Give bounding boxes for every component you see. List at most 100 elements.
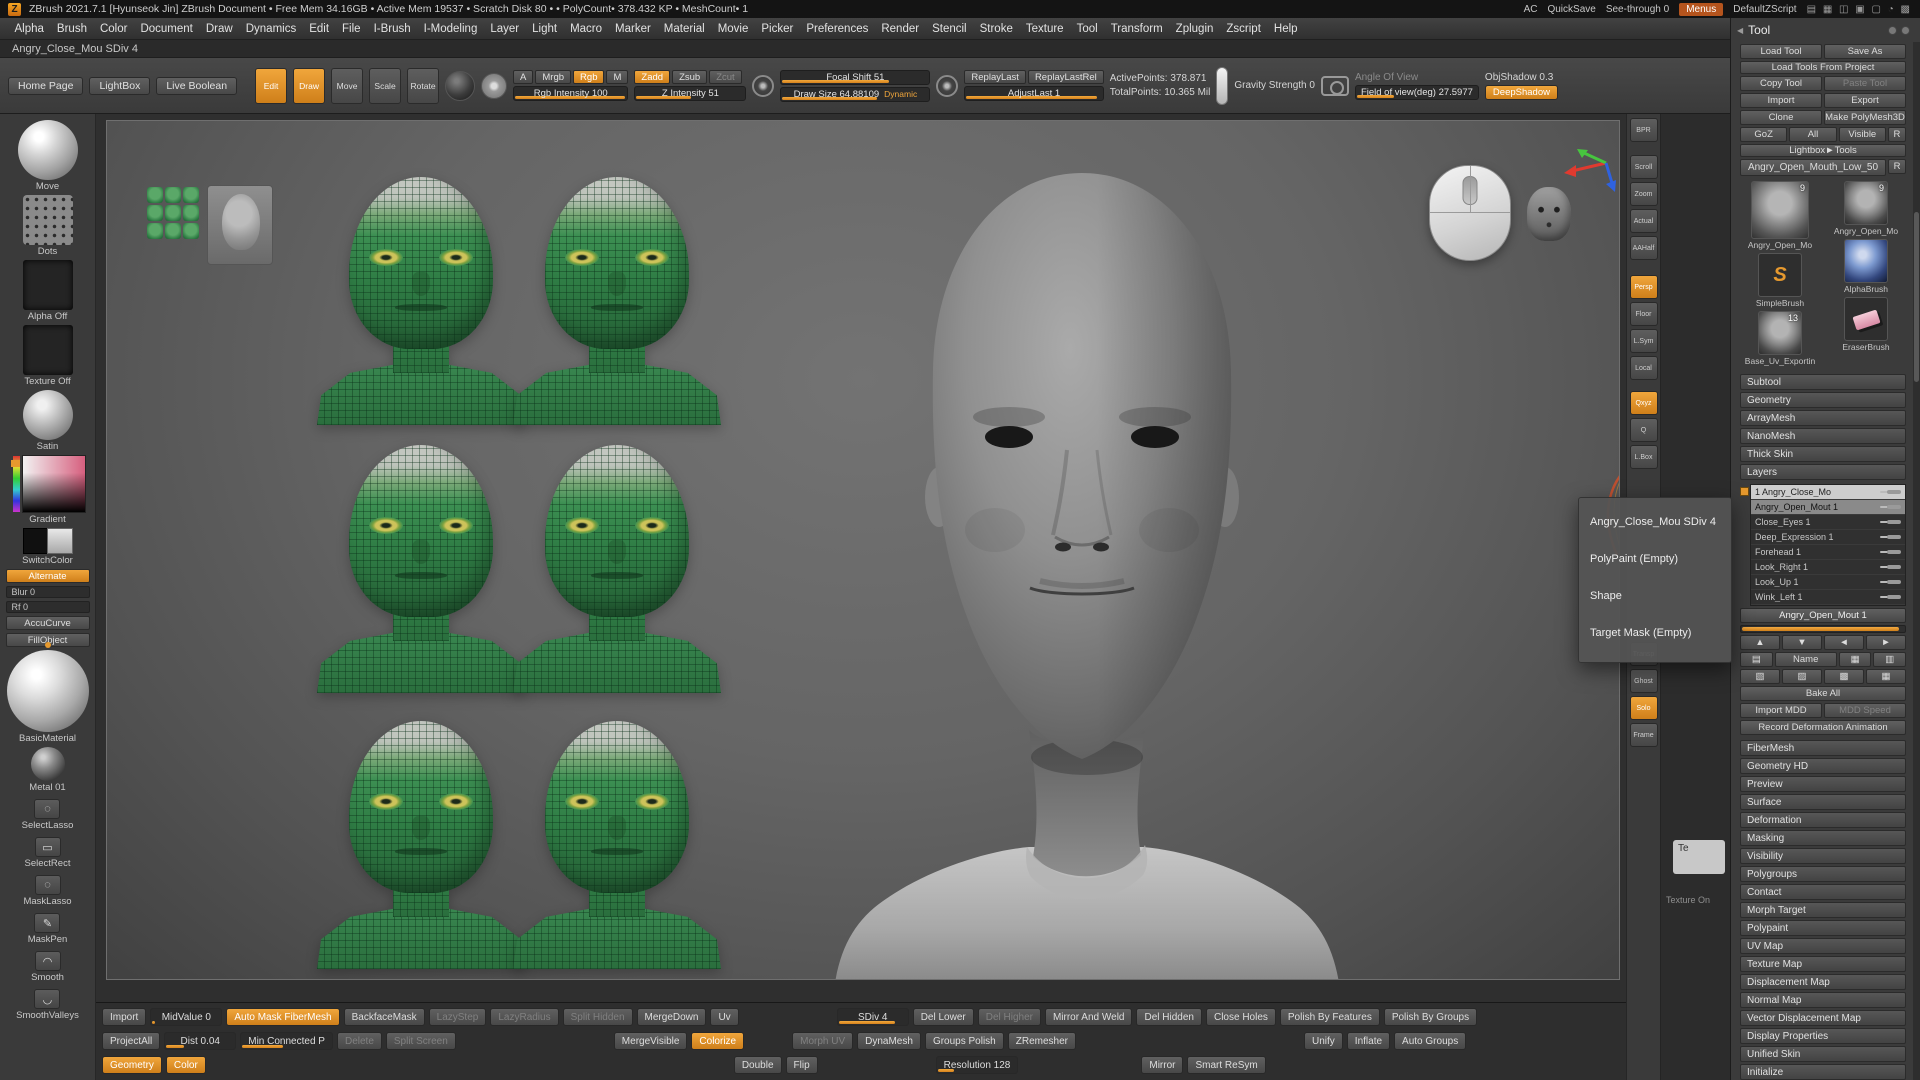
tool-panel-section[interactable]: Geometry HD xyxy=(1740,758,1906,774)
live-boolean-button[interactable]: Live Boolean xyxy=(156,77,237,95)
palette-dot-icon[interactable] xyxy=(1888,26,1897,35)
bottom-button[interactable]: Smart ReSym xyxy=(1187,1056,1265,1074)
layer-row[interactable]: 1 Angry_Close_Mo xyxy=(1751,485,1905,500)
tool-panel-button[interactable]: Clone xyxy=(1740,110,1822,125)
context-menu-item[interactable]: Target Mask (Empty) xyxy=(1579,614,1731,651)
right-shelf-button[interactable]: Zoom xyxy=(1630,182,1658,206)
bottom-button[interactable]: Uv xyxy=(710,1008,738,1026)
bottom-button[interactable]: Mirror And Weld xyxy=(1045,1008,1133,1026)
palette-dot-icon[interactable] xyxy=(1901,26,1910,35)
bottom-button[interactable]: Groups Polish xyxy=(925,1032,1004,1050)
layer-arrow-button[interactable]: ◄ xyxy=(1824,635,1864,650)
layer-icon-button[interactable]: ▨ xyxy=(1782,669,1822,684)
left-shelf-swatch[interactable]: Texture Off xyxy=(23,325,73,387)
tool-thumbnail[interactable]: EraserBrush xyxy=(1842,297,1889,352)
layer-icon-button[interactable]: ▦ xyxy=(1866,669,1906,684)
menu-item[interactable]: Alpha xyxy=(8,23,50,35)
bottom-button[interactable]: Inflate xyxy=(1347,1032,1390,1050)
left-shelf-swatch[interactable]: Satin xyxy=(23,390,73,452)
tool-thumbnail[interactable]: 9 Angry_Open_Mo xyxy=(1748,181,1812,250)
layer-row[interactable]: Forehead 1 xyxy=(1751,545,1905,560)
menu-item[interactable]: Material xyxy=(657,23,711,35)
material-swatch[interactable]: BasicMaterial xyxy=(7,650,89,744)
edit-button[interactable]: Edit xyxy=(255,68,287,104)
tool-panel-section[interactable]: Morph Target xyxy=(1740,902,1906,918)
layer-row[interactable]: Look_Up 1 xyxy=(1751,575,1905,590)
bottom-button[interactable]: Del Higher xyxy=(978,1008,1041,1026)
window-control-icons[interactable]: ▤ ▦ ◫ ▣ ▢ ◔ ▩ xyxy=(1807,4,1912,15)
right-shelf-button[interactable]: L.Sym xyxy=(1630,329,1658,353)
menu-item[interactable]: Dynamics xyxy=(239,23,302,35)
menus-button[interactable]: Menus xyxy=(1679,3,1723,16)
tool-panel-button[interactable]: Export xyxy=(1824,93,1906,108)
tool-panel-button[interactable]: GoZ xyxy=(1740,127,1787,142)
menu-item[interactable]: Zscript xyxy=(1220,23,1268,35)
right-shelf-button[interactable]: Frame xyxy=(1630,723,1658,747)
replay-button[interactable]: ReplayLastRel xyxy=(1028,70,1104,84)
current-layer-name[interactable]: Angry_Open_Mout 1 xyxy=(1740,608,1906,623)
menu-item[interactable]: Edit xyxy=(303,23,336,35)
replay-icon[interactable] xyxy=(936,75,958,97)
tool-panel-button[interactable]: All xyxy=(1789,127,1836,142)
context-menu-item[interactable]: Shape xyxy=(1579,577,1731,614)
move-button[interactable]: Move xyxy=(331,68,363,104)
wireframe-head[interactable] xyxy=(335,177,507,425)
bottom-button[interactable]: BackfaceMask xyxy=(344,1008,425,1026)
bottom-button[interactable]: Close Holes xyxy=(1206,1008,1276,1026)
layer-tool-button[interactable]: Name xyxy=(1775,652,1837,667)
focal-shift-icon[interactable] xyxy=(752,75,774,97)
wireframe-head[interactable] xyxy=(531,721,703,969)
right-shelf-button[interactable]: Persp xyxy=(1630,275,1658,299)
right-shelf-button[interactable]: Qxyz xyxy=(1630,391,1658,415)
layer-row[interactable]: Look_Right 1 xyxy=(1751,560,1905,575)
lightbox-tools-button[interactable]: Lightbox►Tools xyxy=(1740,144,1906,157)
morph-thumbnail-grid[interactable] xyxy=(147,187,199,239)
menu-item[interactable]: Document xyxy=(134,23,199,35)
menu-item[interactable]: I-Brush xyxy=(367,23,417,35)
bottom-button[interactable]: ProjectAll xyxy=(102,1032,160,1050)
tool-panel-button[interactable]: Make PolyMesh3D xyxy=(1824,110,1906,125)
bottom-tab-button[interactable]: Geometry xyxy=(102,1056,162,1074)
layer-arrow-button[interactable]: ► xyxy=(1866,635,1906,650)
layer-tool-button[interactable]: ▦ xyxy=(1839,652,1872,667)
menu-item[interactable]: Macro xyxy=(564,23,609,35)
sculpt-mode-button[interactable]: Zadd xyxy=(634,70,670,84)
bottom-button[interactable]: DynaMesh xyxy=(857,1032,921,1050)
camera-head-icon[interactable] xyxy=(1527,187,1571,241)
menu-item[interactable]: Zplugin xyxy=(1169,23,1220,35)
gravity-vertical-slider[interactable] xyxy=(1216,67,1228,105)
bottom-button[interactable]: Import xyxy=(102,1008,146,1026)
menu-item[interactable]: Brush xyxy=(50,23,93,35)
tool-thumbnail[interactable]: AlphaBrush xyxy=(1844,239,1888,294)
bottom-button[interactable]: Dist 0.04 xyxy=(164,1032,236,1050)
record-deformation-button[interactable]: Record Deformation Animation xyxy=(1740,720,1906,735)
bottom-button[interactable]: MergeDown xyxy=(637,1008,707,1026)
tool-thumbnail[interactable]: 13 Base_Uv_Exportin xyxy=(1745,311,1815,366)
menu-item[interactable]: Tool xyxy=(1070,23,1104,35)
wireframe-head[interactable] xyxy=(531,445,703,693)
menu-item[interactable]: Render xyxy=(875,23,926,35)
tool-panel-section[interactable]: Deformation xyxy=(1740,812,1906,828)
bottom-button[interactable]: Split Screen xyxy=(386,1032,456,1050)
objshadow-label[interactable]: ObjShadow 0.3 xyxy=(1485,72,1558,83)
scale-button[interactable]: Scale xyxy=(369,68,401,104)
tool-panel-section[interactable]: Display Properties xyxy=(1740,1028,1906,1044)
sculpt-mode-button[interactable]: Zcut xyxy=(709,70,741,84)
tool-panel-section[interactable]: Visibility xyxy=(1740,848,1906,864)
tool-thumbnail[interactable]: 9 Angry_Open_Mo xyxy=(1834,181,1898,236)
tray-scrollbar[interactable] xyxy=(1913,42,1920,1080)
tray-collapse-icon[interactable]: ◀ xyxy=(1737,26,1743,35)
tool-panel-section[interactable]: UV Map xyxy=(1740,938,1906,954)
menu-item[interactable]: Light xyxy=(526,23,564,35)
layer-intensity-slider[interactable] xyxy=(1740,625,1906,633)
replay-button[interactable]: ReplayLast xyxy=(964,70,1026,84)
tool-panel-section[interactable]: NanoMesh xyxy=(1740,428,1906,444)
layer-tool-button[interactable]: ▥ xyxy=(1873,652,1906,667)
wireframe-head[interactable] xyxy=(531,177,703,425)
tool-panel-section[interactable]: Polygroups xyxy=(1740,866,1906,882)
layer-icon-button[interactable]: ▩ xyxy=(1824,669,1864,684)
menu-item[interactable]: Color xyxy=(93,23,133,35)
tool-panel-section[interactable]: Contact xyxy=(1740,884,1906,900)
layer-row[interactable]: Deep_Expression 1 xyxy=(1751,530,1905,545)
current-tool-r-button[interactable]: R xyxy=(1888,159,1906,174)
